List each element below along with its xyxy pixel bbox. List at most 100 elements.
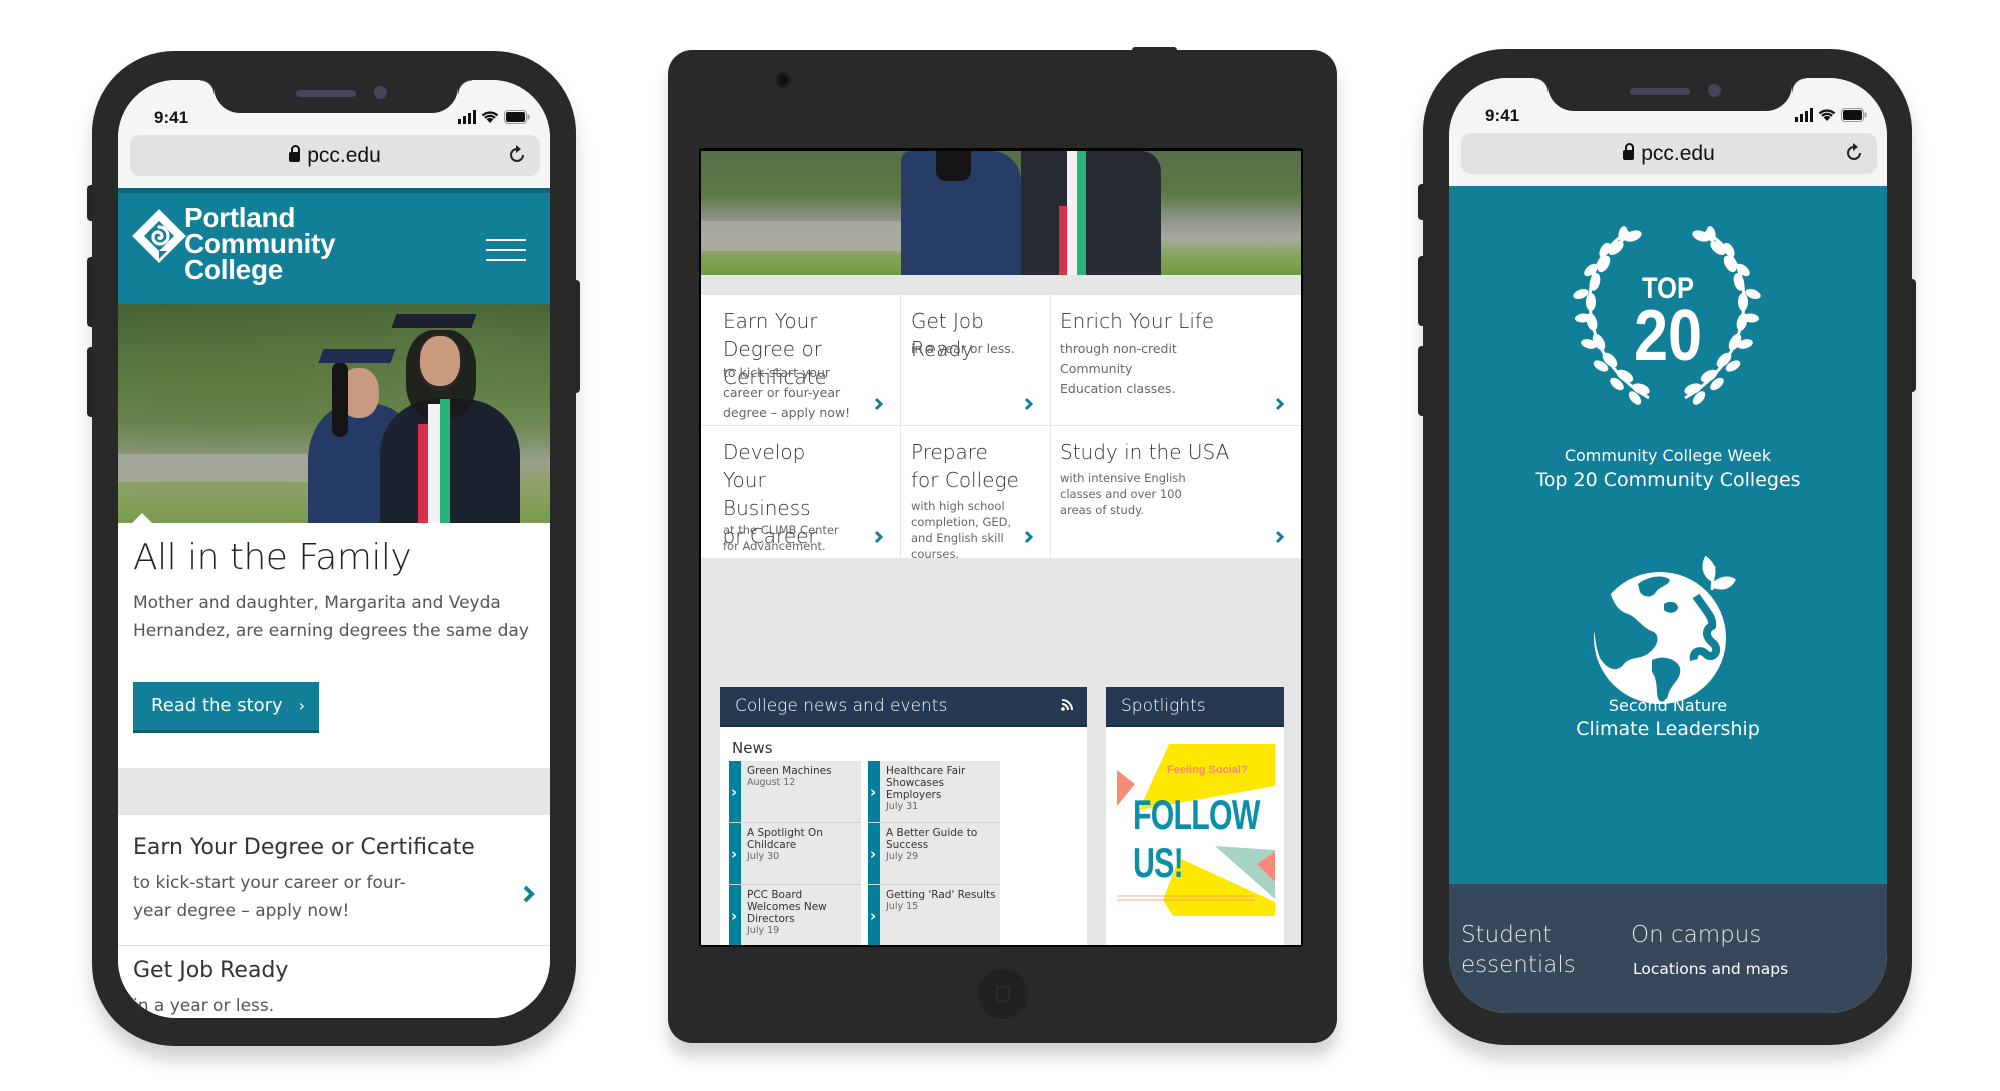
tile-description: in a year or less. [133,996,275,1016]
front-camera [1708,84,1721,97]
section-divider [118,768,550,815]
award-source: Second Nature [1608,696,1728,715]
news-section-label: News [732,739,773,757]
tile-description: at the CLIMB Center for Advancement. [723,523,839,553]
tile-title: Prepare for College [911,440,1019,492]
news-item-title: Green Machines August 12 [747,765,859,789]
graduate-face [420,336,460,386]
graduation-cap-icon [318,349,396,363]
news-item[interactable]: › Healthcare Fair Showcases Employers July… [868,761,1000,823]
cellular-signal-icon [458,110,476,124]
pcc-logo-text[interactable]: Portland Community College [184,204,336,284]
news-item[interactable]: › A Spotlight On Childcare July 30 [729,823,861,885]
pcc-logo-icon[interactable] [130,207,188,265]
address-bar[interactable]: pcc.edu [1461,133,1877,174]
reload-icon[interactable] [1843,142,1865,164]
hero-image [701,151,1301,275]
news-item-bar: › [729,823,741,884]
tablet-screen: Earn Your Degree or Certificate to kick-… [701,151,1301,945]
tile-title: Enrich Your Life [1060,309,1215,333]
story-title: All in the Family [133,537,412,578]
wifi-icon [481,111,499,123]
stole [1077,151,1086,275]
news-panel-header[interactable]: College news and events [720,687,1087,727]
tile-enrich-life[interactable]: Enrich Your Life through non-credit Comm… [1051,295,1301,425]
badge-number: 20 [1633,296,1703,376]
spotlights-header[interactable]: Spotlights [1106,687,1284,727]
chevron-right-icon [1024,530,1034,544]
lock-icon [1623,143,1635,160]
wifi-icon [1818,109,1836,121]
link-student-essentials[interactable]: Student essentials [1461,920,1581,980]
tile-job-ready[interactable]: Get Job Ready in a year or less. [901,295,1050,425]
news-item-bar: › [729,885,741,945]
award-climate[interactable]: Second Nature Climate Leadership [1449,516,1887,884]
read-story-label: Read the story [151,695,283,716]
tile-title: Study in the USA [1060,440,1230,464]
speaker-grille [1630,88,1690,95]
news-item[interactable]: › PCC Board Welcomes New Directors July 19 [729,885,861,945]
spotlights-panel: Spotlights Feeling Social? FOLLOW US! [1106,687,1284,945]
news-item[interactable]: › Getting 'Rad' Results July 15 [868,885,1000,945]
earth-sprout-icon [1594,556,1736,704]
tile-description: with intensive English classes and over … [1060,471,1186,517]
graduation-cap-icon [391,314,477,328]
graduate-figure [1021,151,1161,275]
graduate-hair [332,362,348,437]
follow-us-graphic[interactable]: Feeling Social? FOLLOW US! [1117,744,1275,916]
battery-icon [504,110,530,124]
chevron-right-icon [1024,397,1034,411]
phone-screen: 9:41 pcc.edu TOP 20 Community College We… [1449,78,1887,1013]
news-item-title: PCC Board Welcomes New Directors July 19 [747,889,859,937]
chevron-right-icon [874,397,884,411]
tile-title: Get Job Ready [133,958,289,983]
hamburger-icon[interactable] [486,239,526,261]
tile-develop-business[interactable]: Develop Your Business or Career at the C… [701,426,900,558]
read-story-button[interactable]: Read the story › [133,682,319,733]
award-top20[interactable]: TOP 20 Community College Week Top 20 Com… [1449,186,1887,516]
tile-prepare-college[interactable]: Prepare for College with high school com… [901,426,1050,561]
stole [440,399,450,523]
footer-links: Student essentials On campus Locations a… [1449,884,1887,1013]
stole [418,424,428,523]
rss-icon[interactable] [1061,699,1073,711]
tile-earn-degree[interactable]: Earn Your Degree or Certificate to kick-… [701,295,900,425]
story-description: Mother and daughter, Margarita and Veyda… [133,593,529,641]
news-item-title: A Spotlight On Childcare July 30 [747,827,859,863]
news-item-bar: › [868,761,880,822]
award-title: Climate Leadership [1576,718,1760,740]
address-bar[interactable]: pcc.edu [130,135,540,176]
reload-icon[interactable] [506,144,528,166]
news-panel-title: College news and events [735,696,948,716]
chevron-right-icon: › [870,844,877,863]
chevron-right-icon [874,530,884,544]
chevron-right-icon: › [870,906,877,925]
news-item-date: August 12 [747,777,796,788]
chevron-right-icon [1275,397,1285,411]
news-item-bar: › [868,885,880,945]
phone-notch [1534,78,1806,111]
news-item[interactable]: › Green Machines August 12 [729,761,861,823]
news-item-date: July 31 [886,801,919,812]
phone-notch [200,80,472,113]
tile-study-usa[interactable]: Study in the USA with intensive English … [1051,426,1301,558]
lock-icon [289,145,301,162]
tile-job-ready[interactable]: Get Job Ready in a year or less. [118,946,550,1018]
awards-section: TOP 20 Community College Week Top 20 Com… [1449,186,1887,884]
url-text: pcc.edu [307,144,381,167]
tile-description: with high school completion, GED, and En… [911,499,1012,561]
news-panel: College news and events News › Green Mach… [720,687,1087,945]
link-on-campus[interactable]: On campus [1631,920,1761,950]
news-item-date: July 15 [886,901,919,912]
cellular-signal-icon [1795,108,1813,122]
tile-earn-degree[interactable]: Earn Your Degree or Certificate to kick-… [118,815,550,946]
link-locations-maps[interactable]: Locations and maps [1633,960,1788,978]
chevron-right-icon: › [298,696,305,715]
stole [428,404,440,523]
news-item[interactable]: › A Better Guide to Success July 29 [868,823,1000,885]
chevron-right-icon: › [731,844,738,863]
chevron-right-icon: › [731,906,738,925]
chevron-right-icon [1275,530,1285,544]
caret-pointer [132,513,152,523]
home-button[interactable] [978,969,1028,1019]
